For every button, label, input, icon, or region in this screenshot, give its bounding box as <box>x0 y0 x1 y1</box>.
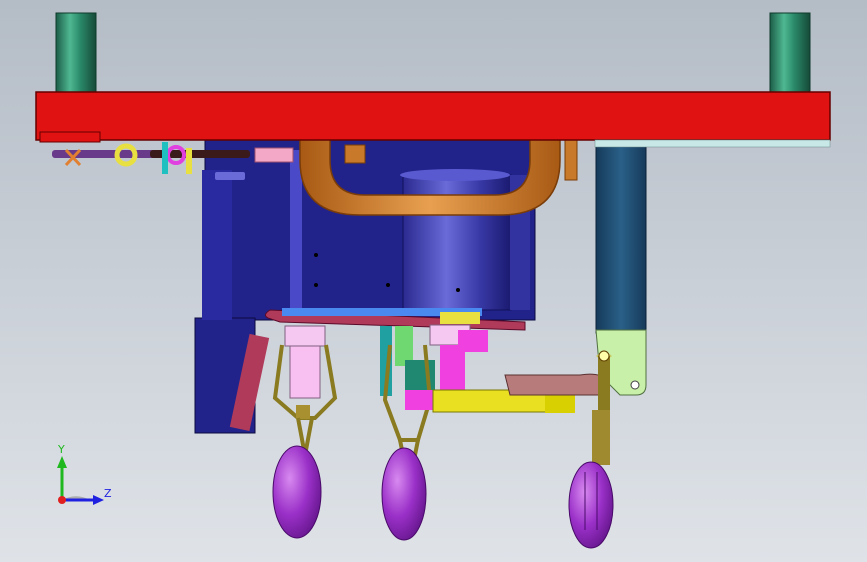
cad-scene: Y Z <box>0 0 867 562</box>
right-handle-knob[interactable] <box>568 461 614 549</box>
middle-handle-knob[interactable] <box>381 447 427 541</box>
triad-x-axis <box>58 496 66 504</box>
triad-y-label: Y <box>57 443 65 456</box>
right-hanging-post <box>595 137 647 334</box>
cad-viewport[interactable]: Y Z <box>0 0 867 562</box>
left-guide-pillar <box>55 12 97 96</box>
right-guide-pillar <box>769 12 811 96</box>
triad-z-label: Z <box>104 487 112 500</box>
left-handle-knob[interactable] <box>272 445 322 539</box>
top-clamp-plate <box>35 91 831 148</box>
right-handle-knob-group <box>568 461 614 549</box>
